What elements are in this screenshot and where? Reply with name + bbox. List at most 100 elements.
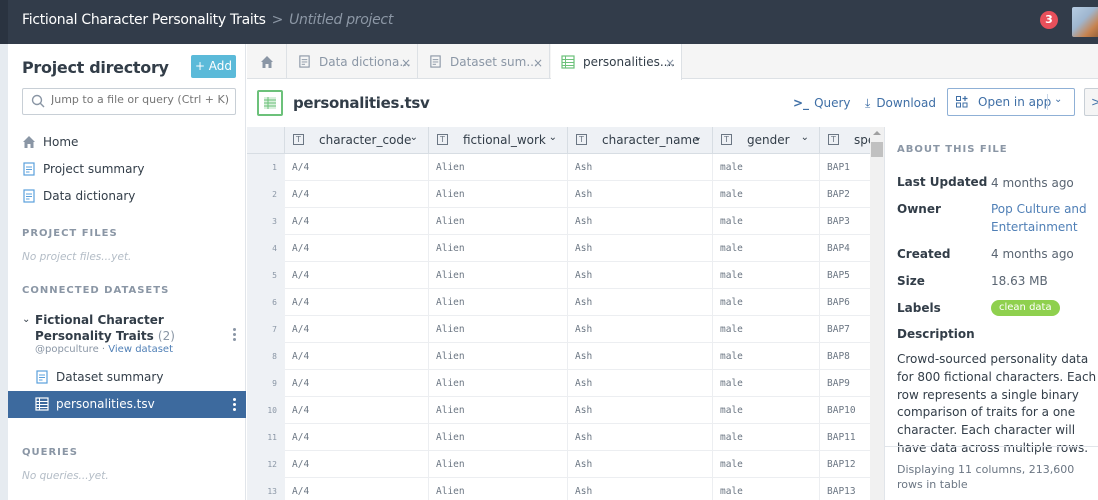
table-cell[interactable]: male <box>713 397 820 424</box>
chevron-down-icon[interactable]: ⌄ <box>801 132 809 143</box>
sidebar-item-data-dictionary[interactable]: Data dictionary <box>22 186 135 206</box>
table-cell[interactable]: Ash <box>568 208 713 235</box>
chevron-down-icon[interactable]: ⌄ <box>22 314 30 325</box>
tab-data-dictionary[interactable]: Data dictiona... × <box>288 44 418 79</box>
close-icon[interactable]: × <box>665 56 675 70</box>
table-cell[interactable]: A/4 <box>285 289 429 316</box>
table-cell[interactable]: Alien <box>429 424 568 451</box>
table-cell[interactable]: BAP8 <box>820 343 870 370</box>
table-cell[interactable]: Alien <box>429 289 568 316</box>
table-cell[interactable]: A/4 <box>285 181 429 208</box>
table-row[interactable]: 6 A/4 Alien Ash male BAP6 <box>247 289 870 316</box>
user-avatar[interactable] <box>1072 7 1098 37</box>
sidebar-item-project-summary[interactable]: Project summary <box>22 159 145 179</box>
column-header[interactable]: Tfictional_work ⌄ <box>429 127 568 154</box>
table-cell[interactable]: male <box>713 316 820 343</box>
table-cell[interactable]: A/4 <box>285 208 429 235</box>
search-box[interactable] <box>22 88 236 115</box>
dataset-more-icon[interactable] <box>233 328 237 341</box>
table-cell[interactable]: male <box>713 370 820 397</box>
vertical-scrollbar[interactable] <box>870 127 884 500</box>
file-more-icon[interactable] <box>233 398 237 411</box>
scroll-up-arrow-icon[interactable] <box>873 131 881 135</box>
tab-personalities-tsv[interactable]: personalities.... × <box>551 44 682 80</box>
sidebar-item-home[interactable]: Home <box>22 132 78 152</box>
table-cell[interactable]: Ash <box>568 316 713 343</box>
table-row[interactable]: 9 A/4 Alien Ash male BAP9 <box>247 370 870 397</box>
table-cell[interactable]: Alien <box>429 208 568 235</box>
table-cell[interactable]: male <box>713 451 820 478</box>
table-cell[interactable]: A/4 <box>285 478 429 500</box>
chevron-down-icon[interactable]: ⌄ <box>410 132 418 143</box>
tab-dataset-summary[interactable]: Dataset sum... × <box>419 44 550 79</box>
close-icon[interactable]: × <box>533 56 543 70</box>
table-cell[interactable]: BAP5 <box>820 262 870 289</box>
table-cell[interactable]: male <box>713 235 820 262</box>
table-cell[interactable]: BAP11 <box>820 424 870 451</box>
table-cell[interactable]: Alien <box>429 181 568 208</box>
chevron-down-icon[interactable]: ⌄ <box>694 132 702 143</box>
table-row[interactable]: 13 A/4 Alien Ash male BAP13 <box>247 478 870 500</box>
table-cell[interactable]: Alien <box>429 262 568 289</box>
chevron-down-icon[interactable]: ⌄ <box>549 132 557 143</box>
table-row[interactable]: 2 A/4 Alien Ash male BAP2 <box>247 181 870 208</box>
column-header[interactable]: Tcharacter_code ⌄ <box>285 127 429 154</box>
close-icon[interactable]: × <box>401 56 411 70</box>
table-cell[interactable]: Ash <box>568 370 713 397</box>
table-cell[interactable]: male <box>713 181 820 208</box>
table-row[interactable]: 4 A/4 Alien Ash male BAP4 <box>247 235 870 262</box>
scrollbar-thumb[interactable] <box>871 142 883 157</box>
toggle-panel-button[interactable]: > <box>1084 88 1098 116</box>
sidebar-item-dataset-summary[interactable]: Dataset summary <box>35 367 163 387</box>
table-cell[interactable]: BAP1 <box>820 154 870 181</box>
table-cell[interactable]: Ash <box>568 343 713 370</box>
table-row[interactable]: 8 A/4 Alien Ash male BAP8 <box>247 343 870 370</box>
table-row[interactable]: 10 A/4 Alien Ash male BAP10 <box>247 397 870 424</box>
table-row[interactable]: 1 A/4 Alien Ash male BAP1 <box>247 154 870 181</box>
table-cell[interactable]: A/4 <box>285 397 429 424</box>
table-cell[interactable]: male <box>713 289 820 316</box>
sidebar-item-personalities-tsv[interactable]: personalities.tsv <box>8 391 246 418</box>
table-cell[interactable]: Ash <box>568 181 713 208</box>
table-cell[interactable]: BAP10 <box>820 397 870 424</box>
table-cell[interactable]: BAP9 <box>820 370 870 397</box>
table-cell[interactable]: A/4 <box>285 424 429 451</box>
table-row[interactable]: 3 A/4 Alien Ash male BAP3 <box>247 208 870 235</box>
table-row[interactable]: 7 A/4 Alien Ash male BAP7 <box>247 316 870 343</box>
dataset-title-link[interactable]: Fictional Character Personality Traits <box>22 12 266 28</box>
view-dataset-link[interactable]: View dataset <box>108 344 173 355</box>
table-cell[interactable]: Ash <box>568 451 713 478</box>
table-cell[interactable]: BAP12 <box>820 451 870 478</box>
table-cell[interactable]: male <box>713 208 820 235</box>
table-cell[interactable]: Alien <box>429 235 568 262</box>
table-cell[interactable]: A/4 <box>285 235 429 262</box>
table-cell[interactable]: Ash <box>568 289 713 316</box>
add-button[interactable]: + Add <box>191 55 236 78</box>
table-cell[interactable]: BAP6 <box>820 289 870 316</box>
table-cell[interactable]: male <box>713 424 820 451</box>
dataset-title[interactable]: Fictional Character Personality Traits (… <box>35 312 225 344</box>
table-cell[interactable]: Alien <box>429 316 568 343</box>
table-cell[interactable]: A/4 <box>285 343 429 370</box>
table-cell[interactable]: male <box>713 343 820 370</box>
project-name[interactable]: Untitled project <box>289 12 393 28</box>
label-badge[interactable]: clean data <box>991 300 1060 316</box>
table-cell[interactable]: BAP13 <box>820 478 870 500</box>
search-input[interactable] <box>51 93 231 106</box>
query-button[interactable]: >_ Query <box>793 96 851 110</box>
open-in-app-button[interactable]: Open in app ⌄ <box>947 88 1075 116</box>
column-header[interactable]: Tspe <box>820 127 870 154</box>
table-cell[interactable]: Ash <box>568 397 713 424</box>
table-cell[interactable]: A/4 <box>285 370 429 397</box>
table-cell[interactable]: Alien <box>429 154 568 181</box>
table-cell[interactable]: A/4 <box>285 262 429 289</box>
table-cell[interactable]: Alien <box>429 343 568 370</box>
tab-home[interactable] <box>247 44 287 79</box>
table-cell[interactable]: BAP2 <box>820 181 870 208</box>
table-cell[interactable]: Alien <box>429 478 568 500</box>
table-cell[interactable]: Ash <box>568 154 713 181</box>
table-cell[interactable]: Ash <box>568 478 713 500</box>
column-header[interactable]: Tcharacter_name ⌄ <box>568 127 713 154</box>
table-cell[interactable]: BAP3 <box>820 208 870 235</box>
table-cell[interactable]: Ash <box>568 262 713 289</box>
